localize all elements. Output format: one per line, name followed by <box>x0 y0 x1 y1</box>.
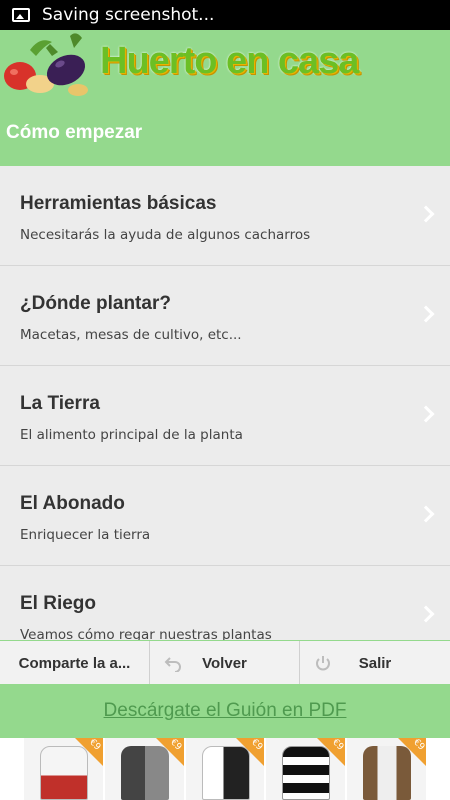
ad-banner[interactable]: €9 €9 €9 €9 €9 <box>0 738 450 800</box>
item-subtitle: Necesitarás la ayuda de algunos cacharro… <box>20 227 311 243</box>
chevron-right-icon <box>417 605 435 623</box>
topic-list[interactable]: Herramientas básicas Necesitarás la ayud… <box>0 166 450 640</box>
exit-button[interactable]: Salir <box>300 641 450 685</box>
item-subtitle: Macetas, mesas de cultivo, etc... <box>20 327 242 343</box>
chevron-right-icon <box>417 505 435 523</box>
ad-product[interactable]: €9 <box>347 738 426 800</box>
image-icon <box>12 8 30 22</box>
list-item-tierra[interactable]: La Tierra El alimento principal de la pl… <box>0 366 450 466</box>
list-item-donde-plantar[interactable]: ¿Dónde plantar? Macetas, mesas de cultiv… <box>0 266 450 366</box>
item-title: Herramientas básicas <box>20 193 217 214</box>
vegetables-logo-icon <box>4 33 88 96</box>
download-pdf-link[interactable]: Descárgate el Guión en PDF <box>104 700 347 722</box>
chevron-right-icon <box>417 405 435 423</box>
list-item-abonado[interactable]: El Abonado Enriquecer la tierra <box>0 466 450 566</box>
ad-product[interactable]: €9 <box>104 738 184 800</box>
section-title: Cómo empezar <box>6 122 143 143</box>
exit-label: Salir <box>358 654 392 672</box>
item-title: La Tierra <box>20 393 100 414</box>
share-label: Comparte la a... <box>18 654 131 672</box>
chevron-right-icon <box>417 205 435 223</box>
app-title: Huerto en casa <box>100 40 359 82</box>
item-subtitle: Enriquecer la tierra <box>20 527 151 543</box>
bottom-toolbar: Comparte la a... Volver Salir <box>0 640 450 685</box>
pdf-download-bar: Descárgate el Guión en PDF <box>0 684 450 738</box>
item-subtitle: Veamos cómo regar nuestras plantas <box>20 627 272 640</box>
share-app-button[interactable]: Comparte la a... <box>0 641 150 685</box>
item-title: ¿Dónde plantar? <box>20 293 171 314</box>
item-title: El Abonado <box>20 493 125 514</box>
item-title: El Riego <box>20 593 97 614</box>
ad-product[interactable]: €9 <box>266 738 346 800</box>
ad-product[interactable]: €9 <box>24 738 103 800</box>
back-label: Volver <box>202 654 247 672</box>
back-button[interactable]: Volver <box>150 641 300 685</box>
ad-product[interactable]: €9 <box>185 738 265 800</box>
chevron-right-icon <box>417 305 435 323</box>
ad-product-strip[interactable]: €9 €9 €9 €9 €9 <box>24 738 426 800</box>
power-icon <box>316 656 330 671</box>
status-text: Saving screenshot... <box>42 5 215 25</box>
status-bar: Saving screenshot... <box>0 0 450 30</box>
item-subtitle: El alimento principal de la planta <box>20 427 243 443</box>
list-item-riego[interactable]: El Riego Veamos cómo regar nuestras plan… <box>0 566 450 640</box>
list-item-herramientas[interactable]: Herramientas básicas Necesitarás la ayud… <box>0 166 450 266</box>
app-header: Huerto en casa Cómo empezar <box>0 30 450 166</box>
undo-icon <box>164 657 181 672</box>
